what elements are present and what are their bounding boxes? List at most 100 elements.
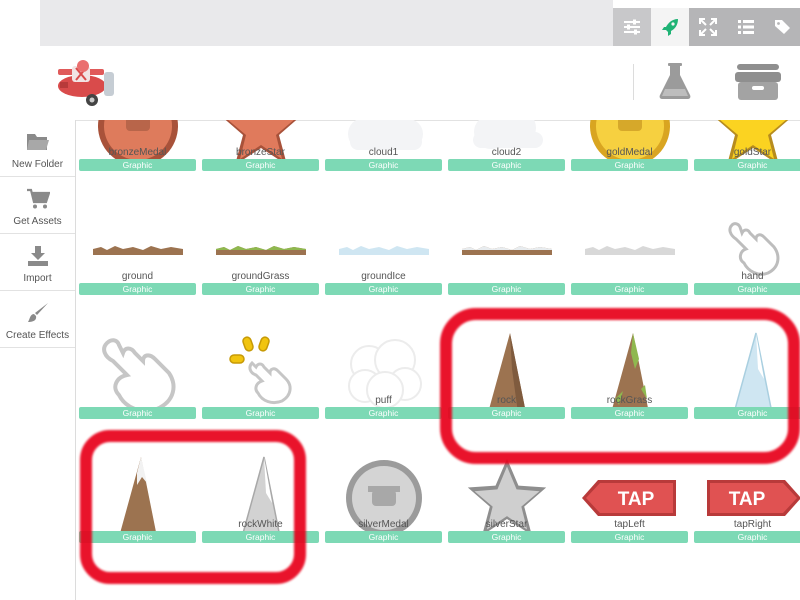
asset-tile[interactable]: TAP tapLeft Graphic bbox=[568, 454, 691, 578]
asset-thumbnail bbox=[695, 330, 800, 418]
asset-tile[interactable]: hand Graphic bbox=[691, 206, 800, 330]
brush-icon bbox=[27, 303, 48, 322]
sliders-icon[interactable] bbox=[613, 8, 651, 46]
asset-name: puff bbox=[375, 395, 392, 406]
asset-name: rockGrass bbox=[606, 395, 653, 406]
flask-icon[interactable] bbox=[655, 61, 695, 101]
asset-name: hand bbox=[741, 271, 764, 282]
asset-name: silverMedal bbox=[358, 519, 409, 530]
asset-type-badge: Graphic bbox=[694, 407, 800, 419]
asset-type-badge: Graphic bbox=[448, 283, 565, 295]
asset-tile[interactable]: rock Graphic bbox=[445, 330, 568, 454]
sidebar-item-label: New Folder bbox=[11, 159, 64, 170]
asset-name: rockWhite bbox=[238, 519, 283, 530]
asset-tile[interactable]: Graphic bbox=[76, 454, 199, 578]
asset-tile[interactable]: goldMedal Graphic bbox=[568, 120, 691, 206]
asset-tile[interactable]: groundGrass Graphic bbox=[199, 206, 322, 330]
asset-name: goldMedal bbox=[606, 147, 653, 158]
asset-thumbnail bbox=[80, 454, 195, 542]
asset-tile[interactable]: groundIce Graphic bbox=[322, 206, 445, 330]
tap-label: TAP bbox=[728, 489, 765, 510]
sidebar-item-label: Import bbox=[23, 273, 52, 284]
asset-type-badge: Graphic bbox=[325, 531, 442, 543]
asset-name: tapRight bbox=[733, 519, 772, 530]
asset-thumbnail bbox=[80, 330, 195, 418]
asset-type-badge: Graphic bbox=[325, 159, 442, 171]
tap-label: TAP bbox=[617, 489, 654, 510]
asset-thumbnail bbox=[449, 206, 564, 294]
folder-icon bbox=[26, 134, 49, 150]
asset-name: silverStar bbox=[485, 519, 528, 530]
asset-name: tapLeft bbox=[614, 519, 645, 530]
asset-tile[interactable]: bronzeMedal Graphic bbox=[76, 120, 199, 206]
asset-tile[interactable]: rockWhite Graphic bbox=[199, 454, 322, 578]
toolbar-blank-area bbox=[40, 0, 613, 46]
asset-tile[interactable]: Graphic bbox=[691, 330, 800, 454]
asset-type-badge: Graphic bbox=[79, 283, 196, 295]
fullscreen-icon[interactable] bbox=[689, 8, 727, 46]
asset-thumbnail bbox=[572, 206, 687, 294]
asset-tile[interactable]: puff Graphic bbox=[322, 330, 445, 454]
tags-icon[interactable] bbox=[765, 8, 800, 46]
asset-type-badge: Graphic bbox=[79, 407, 196, 419]
asset-tile[interactable]: cloud2 Graphic bbox=[445, 120, 568, 206]
toolbar-left-strip bbox=[0, 0, 41, 46]
asset-type-badge: Graphic bbox=[79, 531, 196, 543]
asset-type-badge: Graphic bbox=[325, 407, 442, 419]
sidebar: New Folder Get Assets Import Create Effe… bbox=[0, 120, 76, 600]
asset-type-badge: Graphic bbox=[694, 159, 800, 171]
asset-tile[interactable]: silverStar Graphic bbox=[445, 454, 568, 578]
asset-tile[interactable]: cloud1 Graphic bbox=[322, 120, 445, 206]
asset-tile[interactable]: TAP tapRight Graphic bbox=[691, 454, 800, 578]
asset-type-badge: Graphic bbox=[571, 159, 688, 171]
asset-tile[interactable]: silverMedal Graphic bbox=[322, 454, 445, 578]
asset-type-badge: Graphic bbox=[202, 159, 319, 171]
asset-type-badge: Graphic bbox=[448, 531, 565, 543]
asset-tile[interactable]: Graphic bbox=[445, 206, 568, 330]
sidebar-item-label: Create Effects bbox=[5, 330, 70, 341]
asset-name: bronzeMedal bbox=[108, 147, 167, 158]
sidebar-item-import[interactable]: Import bbox=[0, 234, 75, 291]
rocket-icon[interactable] bbox=[651, 8, 689, 46]
asset-type-badge: Graphic bbox=[325, 283, 442, 295]
header-separator bbox=[633, 64, 634, 100]
asset-type-badge: Graphic bbox=[571, 407, 688, 419]
asset-grid: bronzeMedal Graphic bronzeStar Graphic c… bbox=[76, 120, 800, 600]
asset-tile[interactable]: ground Graphic bbox=[76, 206, 199, 330]
asset-type-badge: Graphic bbox=[202, 531, 319, 543]
asset-type-badge: Graphic bbox=[694, 531, 800, 543]
asset-tile[interactable]: rockGrass Graphic bbox=[568, 330, 691, 454]
asset-tile[interactable]: Graphic bbox=[76, 330, 199, 454]
asset-name: groundIce bbox=[361, 271, 406, 282]
asset-tile[interactable]: bronzeStar Graphic bbox=[199, 120, 322, 206]
import-icon bbox=[27, 246, 48, 266]
asset-name: bronzeStar bbox=[236, 147, 285, 158]
asset-tile[interactable]: Graphic bbox=[568, 206, 691, 330]
cart-icon bbox=[26, 188, 50, 209]
asset-name: cloud2 bbox=[491, 147, 522, 158]
asset-thumbnail bbox=[203, 330, 318, 418]
asset-type-badge: Graphic bbox=[571, 531, 688, 543]
sidebar-item-get-assets[interactable]: Get Assets bbox=[0, 177, 75, 234]
list-icon[interactable] bbox=[727, 8, 765, 46]
asset-tile[interactable]: Graphic bbox=[199, 330, 322, 454]
top-toolbar bbox=[0, 0, 800, 46]
asset-type-badge: Graphic bbox=[202, 407, 319, 419]
header-bar bbox=[0, 46, 800, 121]
sidebar-item-new-folder[interactable]: New Folder bbox=[0, 120, 75, 177]
asset-name: groundGrass bbox=[231, 271, 290, 282]
asset-name: goldStar bbox=[733, 147, 772, 158]
asset-type-badge: Graphic bbox=[448, 159, 565, 171]
sidebar-item-label: Get Assets bbox=[13, 216, 62, 227]
asset-box-icon[interactable] bbox=[734, 62, 782, 102]
asset-name: cloud1 bbox=[368, 147, 399, 158]
asset-type-badge: Graphic bbox=[202, 283, 319, 295]
asset-type-badge: Graphic bbox=[79, 159, 196, 171]
asset-tile[interactable]: goldStar Graphic bbox=[691, 120, 800, 206]
asset-type-badge: Graphic bbox=[448, 407, 565, 419]
asset-type-badge: Graphic bbox=[694, 283, 800, 295]
asset-type-badge: Graphic bbox=[571, 283, 688, 295]
sidebar-item-create-effects[interactable]: Create Effects bbox=[0, 291, 75, 348]
plane-logo-icon[interactable] bbox=[52, 56, 116, 108]
asset-name: ground bbox=[121, 271, 154, 282]
